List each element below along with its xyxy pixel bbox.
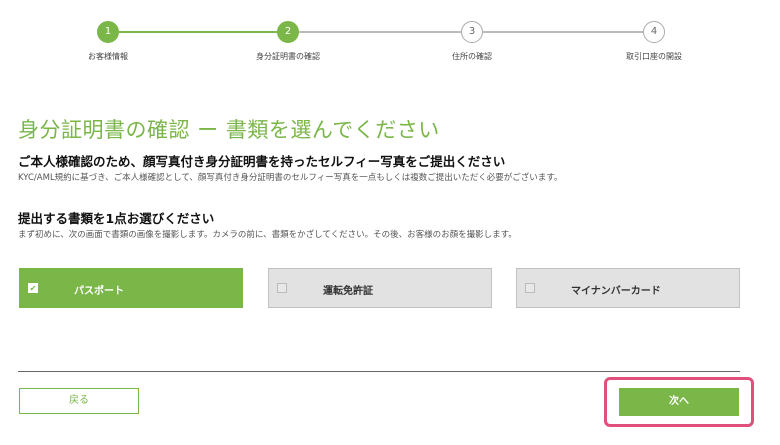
- progress-stepper: 1 2 3 4 お客様情報 身分証明書の確認 住所の確認 取引口座の開設: [0, 0, 780, 80]
- document-option-drivers-license[interactable]: 運転免許証: [268, 268, 492, 308]
- step-connector-done: [119, 31, 277, 33]
- document-option-label: 運転免許証: [323, 286, 373, 297]
- step-1-label: お客様情報: [88, 52, 128, 61]
- checkbox-unchecked-icon[interactable]: [525, 283, 535, 293]
- step-4-circle: 4: [643, 21, 665, 43]
- checkbox-unchecked-icon[interactable]: [277, 283, 287, 293]
- step-2-circle: 2: [277, 21, 299, 43]
- document-option-my-number-card[interactable]: マイナンバーカード: [516, 268, 740, 308]
- step-4-label: 取引口座の開設: [626, 52, 682, 61]
- page-title: 身分証明書の確認 ー 書類を選んでください: [18, 118, 440, 142]
- document-option-passport[interactable]: ✔ パスポート: [19, 268, 243, 308]
- footer-divider: [18, 371, 740, 372]
- selfie-instruction-text: KYC/AML規約に基づき、ご本人様確認として、顔写真付き身分証明書のセルフィー…: [18, 173, 563, 183]
- step-connector-todo: [483, 31, 643, 33]
- step-3-label: 住所の確認: [452, 52, 492, 61]
- step-1-circle: 1: [97, 21, 119, 43]
- back-button[interactable]: 戻る: [19, 388, 139, 414]
- step-connector-todo: [299, 31, 461, 33]
- select-document-heading: 提出する書類を1点お選びください: [18, 211, 215, 226]
- checkbox-checked-icon[interactable]: ✔: [28, 283, 38, 293]
- next-button[interactable]: 次へ: [619, 388, 739, 416]
- selfie-instruction-heading: ご本人様確認のため、顔写真付き身分証明書を持ったセルフィー写真をご提出ください: [18, 154, 506, 169]
- step-2-label: 身分証明書の確認: [256, 52, 320, 61]
- select-document-text: まず初めに、次の画面で書類の画像を撮影します。カメラの前に、書類をかざしてくださ…: [18, 230, 517, 240]
- step-3-circle: 3: [461, 21, 483, 43]
- document-option-label: マイナンバーカード: [571, 286, 661, 297]
- document-option-label: パスポート: [74, 286, 124, 297]
